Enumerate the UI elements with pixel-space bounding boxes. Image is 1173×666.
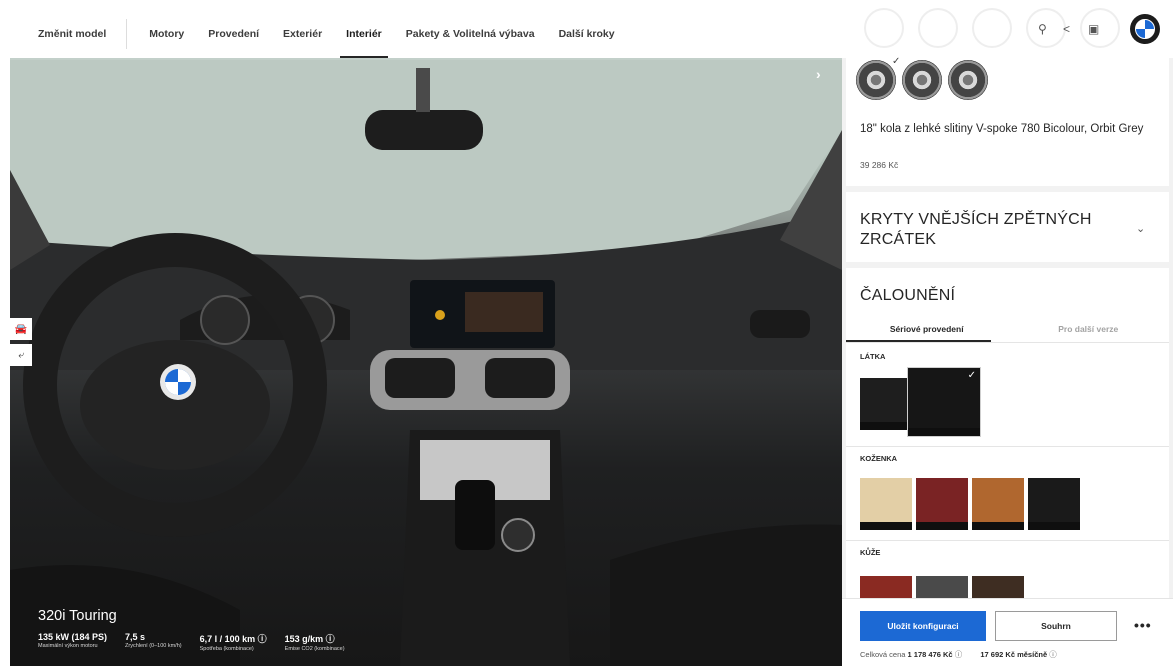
bmw-roundel xyxy=(1135,19,1155,39)
total-price-label: Celková cena xyxy=(860,650,906,659)
divider xyxy=(846,446,1169,447)
spec-value: 7,5 s xyxy=(125,632,146,642)
spec-power: 135 kW (184 PS) Maximální výkon motoru xyxy=(38,632,107,652)
bmw-logo[interactable] xyxy=(1130,14,1160,44)
model-name: 320i Touring xyxy=(38,608,117,624)
wheel-option[interactable] xyxy=(902,60,942,100)
nav-packages[interactable]: Pakety & Volitelná výbava xyxy=(406,10,535,58)
chevron-down-icon[interactable]: ⌄ xyxy=(1136,222,1145,235)
action-bar: Uložit konfiguraci Souhrn ••• Celková ce… xyxy=(842,598,1173,666)
tab-divider xyxy=(846,342,1169,343)
interior-render xyxy=(10,60,842,666)
total-price-value: 1 178 476 Kč xyxy=(907,650,953,659)
monthly-price-value: 17 692 Kč xyxy=(980,650,1015,659)
swatch-fabric-selected[interactable]: ✓ xyxy=(908,368,980,436)
tab-other-versions[interactable]: Pro další verze xyxy=(1008,318,1170,342)
tab-standard[interactable]: Sériové provedení xyxy=(846,318,1008,342)
check-icon: ✓ xyxy=(892,56,901,67)
price-totals: Celková cena 1 178 476 Kč ⓘ 17 692 Kč mě… xyxy=(860,649,1057,660)
group-label-leather: KŮŽE xyxy=(860,548,881,557)
swatch-leatherette-red[interactable] xyxy=(916,478,968,530)
group-label-leatherette: KOŽENKA xyxy=(860,454,898,463)
wheel-ghost xyxy=(972,8,1012,48)
nav-next-steps[interactable]: Další kroky xyxy=(559,10,615,58)
nav-change-model[interactable]: Změnit model xyxy=(38,10,106,58)
spec-emissions[interactable]: 153 g/km ⓘ Emise CO2 (kombinace) xyxy=(285,632,345,652)
group-label-fabric: LÁTKA xyxy=(860,352,886,361)
save-disk-icon[interactable]: ▣ xyxy=(1088,22,1099,36)
monthly-price-label: měsíčně xyxy=(1017,650,1048,659)
spec-label: Zrychlení (0–100 km/h) xyxy=(125,643,182,649)
configurator-nav: Změnit model Motory Provedení Exteriér I… xyxy=(10,10,842,58)
nav-interior[interactable]: Interiér xyxy=(340,10,388,58)
summary-button[interactable]: Souhrn xyxy=(995,611,1117,641)
info-icon[interactable]: ⓘ xyxy=(1049,650,1057,659)
nav-separator xyxy=(126,19,128,49)
check-icon: ✓ xyxy=(967,370,976,381)
info-icon[interactable]: ⓘ xyxy=(955,650,963,659)
spec-value: 135 kW (184 PS) xyxy=(38,632,108,642)
car-interior-viewer[interactable] xyxy=(10,10,842,666)
upholstery-tabs: Sériové provedení Pro další verze xyxy=(846,318,1169,342)
spec-acceleration: 7,5 s Zrychlení (0–100 km/h) xyxy=(125,632,182,652)
swatch-leatherette-cognac[interactable] xyxy=(972,478,1024,530)
vehicle-specs: 135 kW (184 PS) Maximální výkon motoru 7… xyxy=(38,632,363,652)
spec-consumption[interactable]: 6,7 l / 100 km ⓘ Spotřeba (kombinace) xyxy=(200,632,267,652)
nav-scroll-right-icon[interactable]: › xyxy=(816,66,821,82)
share-icon[interactable]: < xyxy=(1063,22,1070,36)
more-options-icon[interactable]: ••• xyxy=(1134,617,1152,633)
upholstery-title: ČALOUNĚNÍ xyxy=(860,287,956,304)
wheel-name: 18" kola z lehké slitiny V-spoke 780 Bic… xyxy=(860,123,1144,135)
spec-label: Emise CO2 (kombinace) xyxy=(284,646,345,652)
spec-label: Maximální výkon motoru xyxy=(38,643,98,649)
nav-exterior[interactable]: Exteriér xyxy=(283,10,322,58)
spec-value: 153 g/km ⓘ xyxy=(284,634,335,644)
nav-trim[interactable]: Provedení xyxy=(208,10,259,58)
wheel-options: ✓ xyxy=(856,56,988,100)
swatch-leatherette-black[interactable] xyxy=(1028,478,1080,530)
exterior-view-icon[interactable]: 🚘 xyxy=(10,318,32,340)
options-panel: ⚲ < ▣ ✓ 18" kola z lehké slitiny V-spoke… xyxy=(842,0,1173,666)
spec-label: Spotřeba (kombinace) xyxy=(199,646,254,652)
wheel-ghost xyxy=(1080,8,1120,48)
tab-active-indicator xyxy=(846,340,991,342)
divider xyxy=(846,540,1169,541)
nav-engines[interactable]: Motory xyxy=(149,10,184,58)
wheel-ghost xyxy=(918,8,958,48)
wheel-price: 39 286 Kč xyxy=(860,160,899,170)
wheel-ghost xyxy=(864,8,904,48)
wheel-option-selected[interactable] xyxy=(856,60,896,100)
spec-value: 6,7 l / 100 km ⓘ xyxy=(199,634,267,644)
wheel-option[interactable] xyxy=(948,60,988,100)
swatch-leatherette-beige[interactable] xyxy=(860,478,912,530)
swatch-fabric-1[interactable] xyxy=(860,378,912,430)
location-pin-icon[interactable]: ⚲ xyxy=(1038,22,1047,36)
interior-view-icon[interactable]: ⤶ xyxy=(10,344,32,366)
mirror-caps-title[interactable]: KRYTY VNĚJŠÍCH ZPĚTNÝCH ZRCÁTEK xyxy=(860,210,1110,250)
save-configuration-button[interactable]: Uložit konfiguraci xyxy=(860,611,986,641)
panel-header: ⚲ < ▣ xyxy=(842,0,1173,58)
